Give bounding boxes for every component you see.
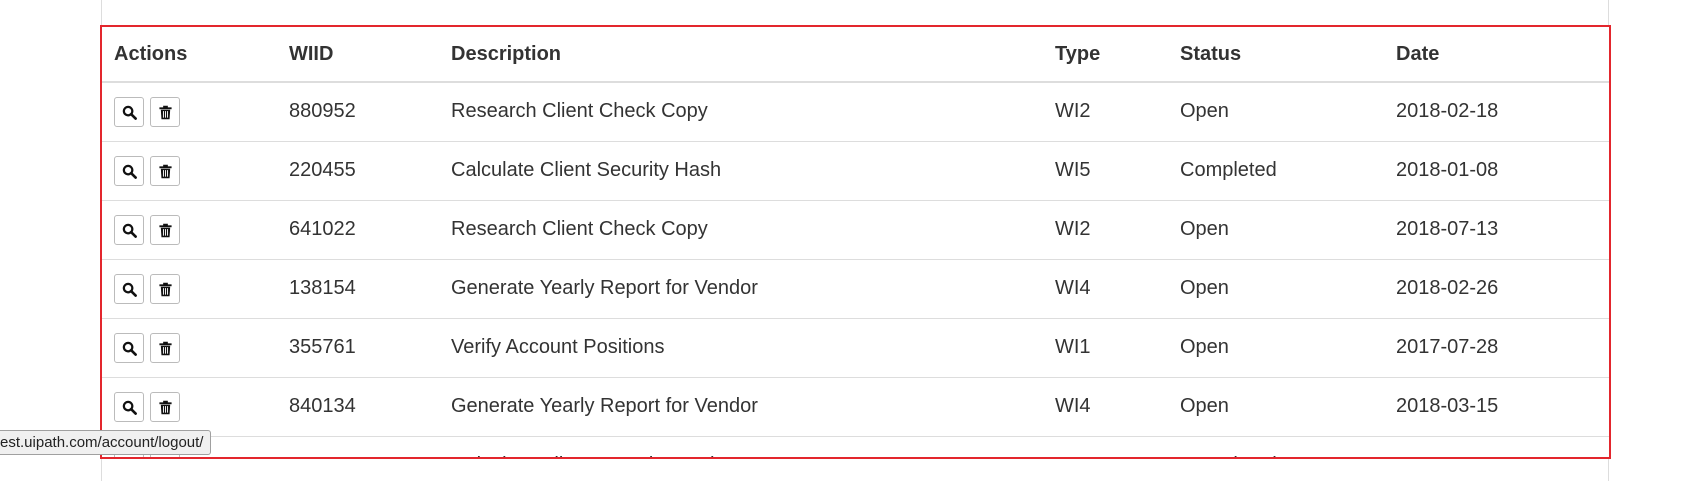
row-actions-cell bbox=[102, 376, 277, 436]
delete-button[interactable] bbox=[150, 332, 180, 363]
delete-button[interactable] bbox=[150, 96, 180, 127]
view-button[interactable] bbox=[114, 273, 144, 304]
row-date: 2018-01-08 bbox=[1384, 140, 1609, 200]
row-actions-cell bbox=[102, 140, 277, 200]
row-wiid: 355761 bbox=[277, 317, 439, 377]
delete-button[interactable] bbox=[150, 391, 180, 422]
row-type: WI5 bbox=[1043, 140, 1168, 200]
row-status: Open bbox=[1168, 258, 1384, 318]
table-row: 355761 Verify Account Positions WI1 Open… bbox=[102, 317, 1609, 377]
row-type: WI4 bbox=[1043, 376, 1168, 436]
trash-icon bbox=[159, 341, 172, 355]
header-wiid: WIID bbox=[277, 27, 439, 83]
row-actions-cell bbox=[102, 81, 277, 141]
row-type: WI2 bbox=[1043, 199, 1168, 259]
header-type: Type bbox=[1043, 27, 1168, 83]
row-wiid: 840134 bbox=[277, 376, 439, 436]
trash-icon bbox=[159, 164, 172, 178]
row-type: WI5 bbox=[1043, 435, 1168, 457]
table-body: 880952 Research Client Check Copy WI2 Op… bbox=[102, 81, 1609, 457]
header-date: Date bbox=[1384, 27, 1609, 83]
row-status: Open bbox=[1168, 317, 1384, 377]
search-icon bbox=[122, 400, 137, 415]
row-status: Open bbox=[1168, 199, 1384, 259]
row-date: 2018-02-26 bbox=[1384, 258, 1609, 318]
row-description: Calculate Client Security Hash bbox=[439, 140, 1043, 200]
view-button[interactable] bbox=[114, 155, 144, 186]
row-actions-cell bbox=[102, 317, 277, 377]
search-icon bbox=[122, 223, 137, 238]
header-description: Description bbox=[439, 27, 1043, 83]
trash-icon bbox=[159, 105, 172, 119]
work-items-table: Actions WIID Description Type Status Dat… bbox=[102, 27, 1609, 457]
row-actions-cell bbox=[102, 258, 277, 318]
row-date: 2018-03-15 bbox=[1384, 376, 1609, 436]
row-description: Research Client Check Copy bbox=[439, 199, 1043, 259]
row-actions-cell bbox=[102, 199, 277, 259]
row-date: 2017-07-28 bbox=[1384, 317, 1609, 377]
search-icon bbox=[122, 341, 137, 356]
row-wiid: 920775 bbox=[277, 435, 439, 457]
table-row: 220455 Calculate Client Security Hash WI… bbox=[102, 140, 1609, 200]
delete-button[interactable] bbox=[150, 214, 180, 245]
table-row: 920775 Calculate Client Security Hash WI… bbox=[102, 435, 1609, 457]
view-button[interactable] bbox=[114, 332, 144, 363]
row-date: 2017-01-15 bbox=[1384, 435, 1609, 457]
trash-icon bbox=[159, 400, 172, 414]
search-icon bbox=[122, 164, 137, 179]
row-wiid: 220455 bbox=[277, 140, 439, 200]
work-items-table-container: Actions WIID Description Type Status Dat… bbox=[100, 25, 1611, 459]
row-type: WI1 bbox=[1043, 317, 1168, 377]
row-description: Verify Account Positions bbox=[439, 317, 1043, 377]
table-row: 138154 Generate Yearly Report for Vendor… bbox=[102, 258, 1609, 318]
row-description: Generate Yearly Report for Vendor bbox=[439, 376, 1043, 436]
row-status: Open bbox=[1168, 376, 1384, 436]
row-wiid: 641022 bbox=[277, 199, 439, 259]
row-date: 2018-07-13 bbox=[1384, 199, 1609, 259]
row-date: 2018-02-18 bbox=[1384, 81, 1609, 141]
row-wiid: 138154 bbox=[277, 258, 439, 318]
delete-button[interactable] bbox=[150, 155, 180, 186]
search-icon bbox=[122, 105, 137, 120]
view-button[interactable] bbox=[114, 391, 144, 422]
row-type: WI4 bbox=[1043, 258, 1168, 318]
row-status: Completed bbox=[1168, 435, 1384, 457]
row-status: Completed bbox=[1168, 140, 1384, 200]
trash-icon bbox=[159, 223, 172, 237]
table-row: 641022 Research Client Check Copy WI2 Op… bbox=[102, 199, 1609, 259]
row-type: WI2 bbox=[1043, 81, 1168, 141]
table-row: 880952 Research Client Check Copy WI2 Op… bbox=[102, 81, 1609, 141]
header-actions: Actions bbox=[102, 27, 277, 83]
view-button[interactable] bbox=[114, 214, 144, 245]
row-description: Generate Yearly Report for Vendor bbox=[439, 258, 1043, 318]
header-status: Status bbox=[1168, 27, 1384, 83]
row-status: Open bbox=[1168, 81, 1384, 141]
search-icon bbox=[122, 282, 137, 297]
browser-status-bar: est.uipath.com/account/logout/ bbox=[0, 430, 212, 455]
table-header-row: Actions WIID Description Type Status Dat… bbox=[102, 27, 1609, 83]
trash-icon bbox=[159, 282, 172, 296]
row-description: Calculate Client Security Hash bbox=[439, 435, 1043, 457]
table-row: 840134 Generate Yearly Report for Vendor… bbox=[102, 376, 1609, 436]
delete-button[interactable] bbox=[150, 273, 180, 304]
view-button[interactable] bbox=[114, 96, 144, 127]
row-description: Research Client Check Copy bbox=[439, 81, 1043, 141]
row-wiid: 880952 bbox=[277, 81, 439, 141]
